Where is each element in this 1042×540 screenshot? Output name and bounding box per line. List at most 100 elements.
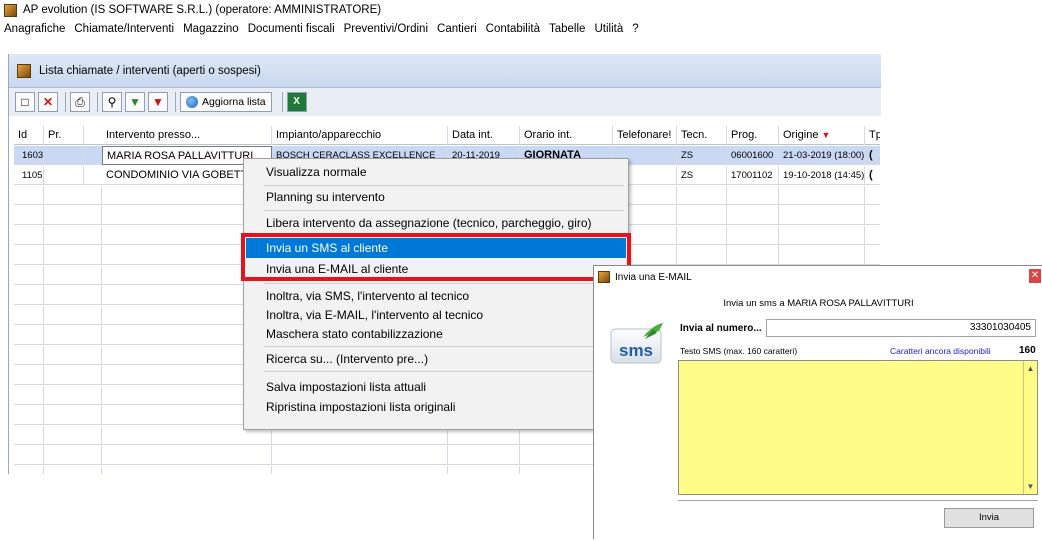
empty-cell xyxy=(14,406,44,425)
col-origine[interactable]: Origine ▼ xyxy=(779,126,865,145)
new-document-icon[interactable]: □ xyxy=(15,92,35,112)
toolbar-separator xyxy=(65,92,66,112)
col-data[interactable]: Data int. xyxy=(448,126,520,145)
search-icon[interactable]: ⚲ xyxy=(102,92,122,112)
empty-cell xyxy=(44,286,102,305)
refresh-label: Aggiorna lista xyxy=(202,96,266,108)
empty-cell xyxy=(677,206,727,225)
menu-item-forward-email[interactable]: Inoltra, via E-MAIL, l'intervento al tec… xyxy=(246,305,626,325)
empty-cell xyxy=(14,466,44,474)
remaining-chars-label: Caratteri ancora disponibili xyxy=(890,346,991,356)
empty-cell xyxy=(727,246,779,265)
col-progressivo[interactable]: Prog. xyxy=(727,126,779,145)
menu-item-search[interactable]: Ricerca su... (Intervento pre...) xyxy=(246,349,626,369)
chevron-down-icon[interactable]: ▼ xyxy=(1024,480,1037,493)
menu-utilita[interactable]: Utilità xyxy=(594,23,623,35)
cell-tipo: ( xyxy=(865,166,880,185)
empty-cell xyxy=(14,186,44,205)
phone-number-input[interactable]: 33301030405 xyxy=(766,319,1036,337)
remaining-chars-value: 160 xyxy=(1019,345,1036,356)
col-orario[interactable]: Orario int. xyxy=(520,126,613,145)
empty-cell xyxy=(14,246,44,265)
sms-logo-icon: sms xyxy=(610,323,663,364)
menu-cantieri[interactable]: Cantieri xyxy=(437,23,477,35)
empty-cell xyxy=(865,246,880,265)
empty-cell xyxy=(14,206,44,225)
cell-priority xyxy=(44,146,84,165)
empty-cell xyxy=(14,346,44,365)
menu-item-free-assignment[interactable]: Libera intervento da assegnazione (tecni… xyxy=(246,213,626,233)
window-icon xyxy=(598,271,610,283)
empty-cell xyxy=(779,246,865,265)
delete-icon[interactable]: ✕ xyxy=(38,92,58,112)
empty-cell xyxy=(44,466,102,474)
empty-cell xyxy=(14,226,44,245)
menu-tabelle[interactable]: Tabelle xyxy=(549,23,585,35)
menu-chiamate[interactable]: Chiamate/Interventi xyxy=(74,23,174,35)
sort-desc-icon: ▼ xyxy=(821,130,831,140)
refresh-icon xyxy=(186,96,198,108)
window-icon xyxy=(17,63,31,78)
menu-item-planning[interactable]: Planning su intervento xyxy=(246,187,626,207)
empty-cell xyxy=(14,266,44,285)
child-title-bar: Lista chiamate / interventi (aperti o so… xyxy=(9,54,881,88)
empty-cell xyxy=(272,466,448,474)
refresh-list-button[interactable]: Aggiorna lista xyxy=(180,92,272,112)
col-priority[interactable]: Pr. xyxy=(44,126,84,145)
col-presso[interactable]: Intervento presso... xyxy=(102,126,272,145)
menu-bar: Anagrafiche Chiamate/Interventi Magazzin… xyxy=(0,20,1042,38)
cell-tipo: ( xyxy=(865,146,880,165)
toolbar-separator xyxy=(281,92,283,112)
send-dialog: Invia una E-MAIL ✕ Invia un sms a MARIA … xyxy=(593,265,1042,540)
col-telefonare[interactable]: Telefonare! xyxy=(613,126,677,145)
empty-cell xyxy=(44,386,102,405)
empty-cell xyxy=(448,446,520,465)
empty-cell xyxy=(44,406,102,425)
dialog-title: Invia una E-MAIL xyxy=(615,271,692,283)
menu-item-accounting-status[interactable]: Maschera stato contabilizzazione xyxy=(246,324,626,344)
empty-cell xyxy=(44,426,102,445)
chevron-up-icon[interactable]: ▲ xyxy=(1024,362,1037,375)
filter-icon[interactable]: ▼ xyxy=(125,92,145,112)
send-button[interactable]: Invia xyxy=(944,508,1034,528)
empty-cell xyxy=(44,186,102,205)
table-header: Id Pr. Intervento presso... Impianto/app… xyxy=(14,126,880,145)
empty-cell xyxy=(44,266,102,285)
toolbar-separator xyxy=(97,92,98,112)
empty-cell xyxy=(14,446,44,465)
menu-contabilita[interactable]: Contabilità xyxy=(486,23,540,35)
dialog-title-bar: Invia una E-MAIL xyxy=(594,266,1042,288)
cell-id: 1603 xyxy=(14,146,44,165)
col-tecnico[interactable]: Tecn. xyxy=(677,126,727,145)
menu-item-restore-settings[interactable]: Ripristina impostazioni lista originali xyxy=(246,397,626,417)
empty-cell xyxy=(44,306,102,325)
excel-export-icon[interactable]: X xyxy=(286,92,307,112)
menu-anagrafiche[interactable]: Anagrafiche xyxy=(4,23,65,35)
menu-item-save-settings[interactable]: Salva impostazioni lista attuali xyxy=(246,377,626,397)
close-icon[interactable]: ✕ xyxy=(1029,269,1041,283)
col-id[interactable]: Id xyxy=(14,126,44,145)
print-icon[interactable]: ⎙ xyxy=(70,92,90,112)
empty-cell xyxy=(44,326,102,345)
empty-cell xyxy=(14,326,44,345)
menu-item-view-normal[interactable]: Visualizza normale xyxy=(246,162,626,182)
empty-cell xyxy=(102,466,272,474)
menu-separator xyxy=(264,283,624,284)
col-tipo[interactable]: Tp. xyxy=(865,126,880,145)
menu-documenti[interactable]: Documenti fiscali xyxy=(248,23,335,35)
menu-preventivi[interactable]: Preventivi/Ordini xyxy=(344,23,428,35)
vertical-scrollbar[interactable]: ▲ ▼ xyxy=(1023,361,1037,494)
empty-cell xyxy=(44,206,102,225)
menu-magazzino[interactable]: Magazzino xyxy=(183,23,239,35)
col-impianto[interactable]: Impianto/apparecchio xyxy=(272,126,448,145)
empty-cell xyxy=(272,446,448,465)
menu-separator xyxy=(264,210,624,211)
dialog-body: Invia un sms a MARIA ROSA PALLAVITTURI s… xyxy=(594,288,1042,540)
empty-cell xyxy=(865,186,880,205)
menu-item-forward-sms[interactable]: Inoltra, via SMS, l'intervento al tecnic… xyxy=(246,286,626,306)
empty-cell xyxy=(727,186,779,205)
menu-help[interactable]: ? xyxy=(632,23,638,35)
empty-cell xyxy=(865,226,880,245)
sms-text-area[interactable]: ▲ ▼ xyxy=(678,360,1038,495)
clear-filter-icon[interactable]: ▼ xyxy=(148,92,168,112)
